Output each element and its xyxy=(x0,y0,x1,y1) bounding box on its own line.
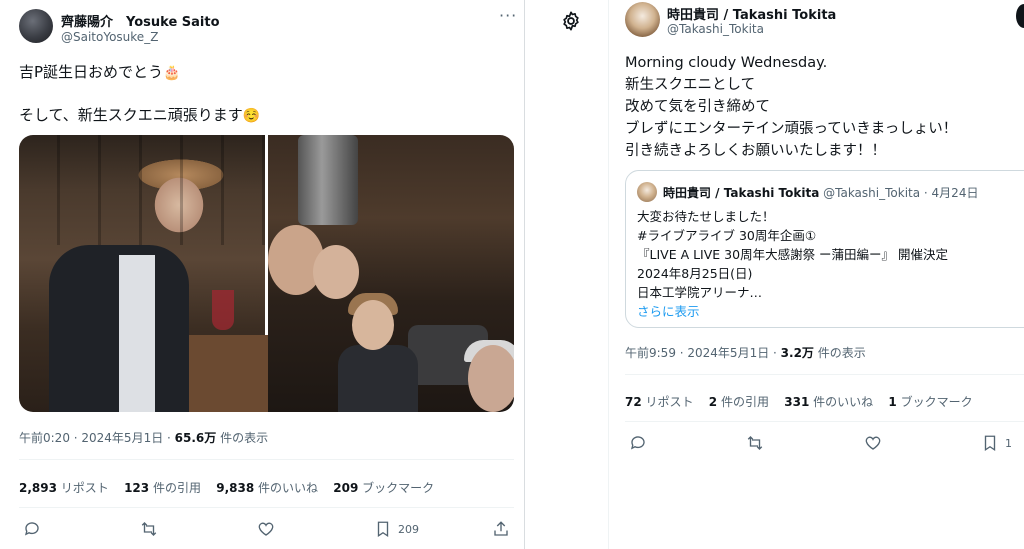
tweet-text-line: そして、新生スクエニ頑張ります☺️ xyxy=(19,104,260,125)
heart-icon xyxy=(865,436,881,450)
quoted-text-line: 大変お待たせしました！ xyxy=(637,209,775,224)
tweet-text: そして、新生スクエニ頑張ります xyxy=(19,106,243,124)
quoted-author-name: 時田貴司 / Takashi Tokita xyxy=(663,186,820,200)
window-divider xyxy=(524,0,525,549)
quotes-count[interactable]: 123 xyxy=(124,481,149,495)
screenshot-root: 齊藤陽介 Yosuke Saito @SaitoYosuke_Z ··· 吉P誕… xyxy=(0,0,1024,549)
bookmark-count: 209 xyxy=(398,522,419,536)
left-tweet: 齊藤陽介 Yosuke Saito @SaitoYosuke_Z ··· 吉P誕… xyxy=(0,0,524,549)
divider xyxy=(19,507,514,508)
repost-icon xyxy=(141,522,157,536)
quoted-tweet-header: 時田貴司 / Takashi Tokita @Takashi_Tokita · … xyxy=(663,184,978,201)
tweet-text: Morning cloudy Wednesday. 新生スクエニとして 改めて気… xyxy=(625,52,957,162)
views-count: 65.6万 xyxy=(174,431,217,445)
avatar[interactable] xyxy=(625,2,660,37)
quoted-text-line: #ライブアライブ 30周年企画① xyxy=(637,228,817,243)
quoted-author-handle: @Takashi_Tokita xyxy=(823,186,921,200)
views-count: 3.2万 xyxy=(780,346,814,360)
share-icon xyxy=(494,521,508,536)
tweet-timestamp[interactable]: 午前9:59 · 2024年5月1日 · 3.2万 件の表示 xyxy=(625,344,866,361)
quoted-date: · 4月24日 xyxy=(923,186,979,200)
reply-button[interactable] xyxy=(23,520,41,538)
avatar[interactable] xyxy=(19,9,53,43)
profile-badge[interactable] xyxy=(1016,4,1024,28)
avatar xyxy=(637,182,657,202)
divider xyxy=(625,374,1024,375)
tweet-text-line: 吉P誕生日おめでとう🎂 xyxy=(19,61,180,82)
more-options-icon[interactable]: ··· xyxy=(499,6,517,25)
tweet-text-line: 改めて気を引き締めて xyxy=(625,99,770,115)
repost-button[interactable] xyxy=(140,520,158,538)
quoted-text-line: 2024年8月25日(日) xyxy=(637,266,753,281)
settings-gear-icon[interactable] xyxy=(560,10,582,32)
tweet-text-line: 新生スクエニとして xyxy=(625,77,756,93)
reply-icon xyxy=(630,436,645,450)
author-name[interactable]: 齊藤陽介 Yosuke Saito xyxy=(61,11,220,30)
quoted-tweet[interactable]: 時田貴司 / Takashi Tokita @Takashi_Tokita · … xyxy=(625,170,1024,328)
bookmark-button[interactable]: 1 xyxy=(981,434,1012,452)
quoted-text-line: 『LIVE A LIVE 30周年大感謝祭 ー蒲田編ー』 開催決定 xyxy=(637,247,949,262)
bookmark-button[interactable]: 209 xyxy=(374,520,419,538)
show-more-link[interactable]: さらに表示 xyxy=(637,302,948,321)
tweet-text: 吉P誕生日おめでとう xyxy=(19,63,164,81)
bookmarks-count[interactable]: 209 xyxy=(333,481,358,495)
tweet-text-line: 引き続きよろしくお願いいたします！！ xyxy=(625,143,886,159)
bookmark-icon xyxy=(984,435,996,452)
reply-button[interactable] xyxy=(629,434,647,452)
likes-count[interactable]: 331 xyxy=(784,395,809,409)
like-button[interactable] xyxy=(257,520,275,538)
like-button[interactable] xyxy=(864,434,882,452)
smiling-face-emoji-icon: ☺️ xyxy=(242,108,261,124)
column-border xyxy=(608,0,609,549)
tweet-timestamp[interactable]: 午前0:20 · 2024年5月1日 · 65.6万 件の表示 xyxy=(19,429,268,446)
author-handle[interactable]: @SaitoYosuke_Z xyxy=(61,30,158,44)
cake-emoji-icon: 🎂 xyxy=(163,65,181,81)
reposts-count[interactable]: 2,893 xyxy=(19,481,57,495)
reply-icon xyxy=(24,522,39,536)
divider xyxy=(19,459,514,460)
repost-icon xyxy=(747,436,763,450)
bookmark-count: 1 xyxy=(1005,436,1012,450)
repost-button[interactable] xyxy=(746,434,764,452)
engagement-stats: 2,893 リポスト 123 件の引用 9,838 件のいいね 209 ブックマ… xyxy=(19,481,435,495)
quotes-count[interactable]: 2 xyxy=(709,395,717,409)
quoted-tweet-text: 大変お待たせしました！ #ライブアライブ 30周年企画① 『LIVE A LIV… xyxy=(637,207,948,321)
photo-grid xyxy=(19,135,514,412)
quoted-text-line: 日本工学院アリーナ… xyxy=(637,285,763,300)
tweet-text-line: ブレずにエンターテイン頑張っていきまっしょい！ xyxy=(625,121,958,137)
author-handle[interactable]: @Takashi_Tokita xyxy=(667,22,764,36)
photo-birthday-man[interactable] xyxy=(19,135,269,412)
share-button[interactable] xyxy=(492,520,510,538)
reposts-count[interactable]: 72 xyxy=(625,395,642,409)
photo-group-selfie[interactable] xyxy=(268,135,514,412)
heart-icon xyxy=(258,522,274,536)
likes-count[interactable]: 9,838 xyxy=(216,481,254,495)
divider xyxy=(625,421,1024,422)
tweet-text-line: Morning cloudy Wednesday. xyxy=(625,55,828,71)
author-name[interactable]: 時田貴司 / Takashi Tokita xyxy=(667,4,836,23)
bookmarks-count[interactable]: 1 xyxy=(888,395,896,409)
engagement-stats: 72 リポスト 2 件の引用 331 件のいいね 1 ブックマーク xyxy=(625,395,973,409)
bookmark-icon xyxy=(377,521,389,538)
